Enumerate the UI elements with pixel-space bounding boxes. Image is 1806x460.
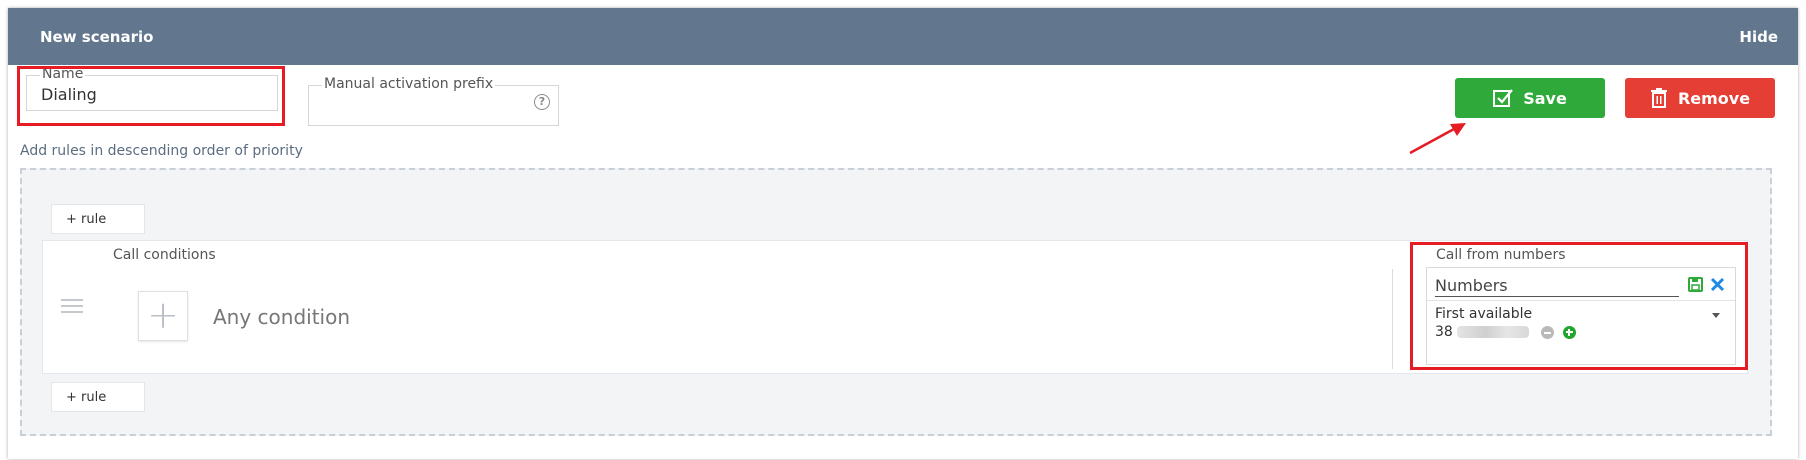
call-from-numbers-highlight-annotation	[1410, 242, 1748, 370]
add-rule-button-bottom[interactable]: + rule	[51, 382, 145, 412]
any-condition-label: Any condition	[213, 305, 351, 329]
remove-label: Remove	[1677, 88, 1751, 108]
prefix-field[interactable]: Manual activation prefix ?	[308, 76, 559, 126]
call-conditions-label: Call conditions	[113, 247, 216, 263]
name-highlight-annotation	[17, 66, 285, 126]
add-condition-icon[interactable]: +	[138, 291, 188, 341]
add-rule-button-top[interactable]: + rule	[51, 204, 145, 234]
trash-icon	[1650, 88, 1667, 108]
hide-button[interactable]: Hide	[1739, 28, 1778, 46]
red-arrow-annotation	[1409, 123, 1466, 155]
panel-title: New scenario	[40, 28, 154, 46]
help-icon[interactable]: ?	[534, 94, 550, 110]
drag-handle-icon[interactable]	[61, 299, 83, 313]
save-check-icon	[1493, 89, 1514, 107]
save-button[interactable]: Save	[1455, 78, 1605, 118]
rule-divider	[1392, 269, 1393, 369]
remove-button[interactable]: Remove	[1625, 78, 1775, 118]
panel-header: New scenario Hide	[8, 8, 1798, 65]
prefix-label: Manual activation prefix	[322, 76, 496, 92]
rules-instruction: Add rules in descending order of priorit…	[20, 143, 303, 159]
save-label: Save	[1523, 88, 1567, 108]
